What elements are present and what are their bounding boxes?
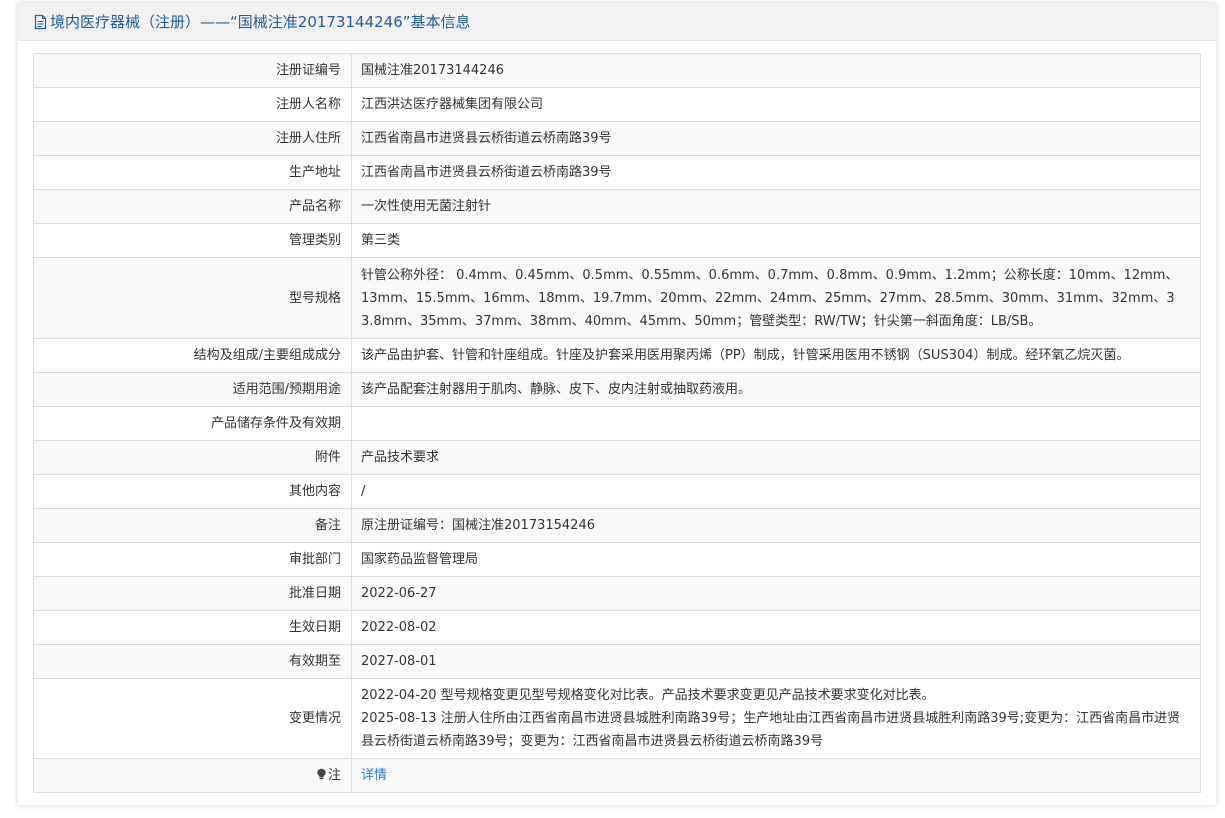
table-row: 附件 产品技术要求 [33,440,1201,475]
field-label: 产品名称 [33,189,352,224]
page-title: 境内医疗器械（注册）——“国械注准20173144246”基本信息 [50,13,471,31]
change-entry: 2025-08-13 注册人住所由江西省南昌市进贤县城胜利南路39号；生产地址由… [361,711,1181,749]
table-row: 注册人名称 江西洪达医疗器械集团有限公司 [33,87,1201,122]
field-value: 2022-08-02 [351,610,1201,645]
field-label: 适用范围/预期用途 [33,372,352,407]
table-row: 管理类别 第三类 [33,223,1201,258]
field-label: 变更情况 [33,678,352,759]
table-row: 注册证编号 国械注准20173144246 [33,53,1201,88]
field-value: 2027-08-01 [351,644,1201,679]
field-value: 该产品由护套、针管和针座组成。针座及护套采用医用聚丙烯（PP）制成，针管采用医用… [351,338,1201,373]
field-label: 注册人名称 [33,87,352,122]
field-label: 备注 [33,508,352,543]
table-row: 型号规格 针管公称外径： 0.4mm、0.45mm、0.5mm、0.55mm、0… [33,257,1201,339]
field-label: 管理类别 [33,223,352,258]
change-history: 2022-04-20 型号规格变更见型号规格变化对比表。产品技术要求变更见产品技… [351,678,1201,759]
field-value: 原注册证编号：国械注准20173154246 [351,508,1201,543]
table-row: 产品储存条件及有效期 [33,406,1201,441]
field-label: 产品储存条件及有效期 [33,406,352,441]
table-row: 生效日期 2022-08-02 [33,610,1201,645]
info-table: 注册证编号 国械注准20173144246 注册人名称 江西洪达医疗器械集团有限… [33,53,1201,793]
document-icon [34,14,47,30]
field-label: 其他内容 [33,474,352,509]
field-label: 型号规格 [33,257,352,339]
lightbulb-icon [316,765,327,780]
table-row: 有效期至 2027-08-01 [33,644,1201,679]
table-row: 生产地址 江西省南昌市进贤县云桥街道云桥南路39号 [33,155,1201,190]
field-value: 该产品配套注射器用于肌肉、静脉、皮下、皮内注射或抽取药液用。 [351,372,1201,407]
change-entry: 2022-04-20 型号规格变更见型号规格变化对比表。产品技术要求变更见产品技… [361,688,935,703]
field-value: 江西省南昌市进贤县云桥街道云桥南路39号 [351,121,1201,156]
field-label: 注册证编号 [33,53,352,88]
field-value [351,406,1201,441]
field-value: 2022-06-27 [351,576,1201,611]
field-value: 江西省南昌市进贤县云桥街道云桥南路39号 [351,155,1201,190]
panel-header: 境内医疗器械（注册）——“国械注准20173144246”基本信息 [18,3,1216,41]
field-value: 国械注准20173144246 [351,53,1201,88]
field-label: 有效期至 [33,644,352,679]
field-value: 一次性使用无菌注射针 [351,189,1201,224]
info-panel: 境内医疗器械（注册）——“国械注准20173144246”基本信息 注册证编号 … [18,3,1216,805]
table-row: 注册人住所 江西省南昌市进贤县云桥街道云桥南路39号 [33,121,1201,156]
field-label: 生效日期 [33,610,352,645]
field-label: 附件 [33,440,352,475]
field-value: 详情 [351,758,1201,793]
field-value: 针管公称外径： 0.4mm、0.45mm、0.5mm、0.55mm、0.6mm、… [351,257,1201,339]
table-row: 产品名称 一次性使用无菌注射针 [33,189,1201,224]
note-label-cell: 注 [33,758,352,793]
table-row: 批准日期 2022-06-27 [33,576,1201,611]
field-label: 审批部门 [33,542,352,577]
field-label: 注册人住所 [33,121,352,156]
note-label: 注 [327,768,341,783]
field-label: 批准日期 [33,576,352,611]
table-row: 适用范围/预期用途 该产品配套注射器用于肌肉、静脉、皮下、皮内注射或抽取药液用。 [33,372,1201,407]
table-row: 结构及组成/主要组成成分 该产品由护套、针管和针座组成。针座及护套采用医用聚丙烯… [33,338,1201,373]
table-row: 其他内容 / [33,474,1201,509]
field-value: 江西洪达医疗器械集团有限公司 [351,87,1201,122]
field-value: / [351,474,1201,509]
details-link[interactable]: 详情 [361,768,387,783]
table-row-changes: 变更情况 2022-04-20 型号规格变更见型号规格变化对比表。产品技术要求变… [33,678,1201,759]
field-label: 结构及组成/主要组成成分 [33,338,352,373]
field-value: 产品技术要求 [351,440,1201,475]
table-row-note: 注 详情 [33,758,1201,793]
field-value: 第三类 [351,223,1201,258]
table-row: 备注 原注册证编号：国械注准20173154246 [33,508,1201,543]
table-row: 审批部门 国家药品监督管理局 [33,542,1201,577]
field-value: 国家药品监督管理局 [351,542,1201,577]
field-label: 生产地址 [33,155,352,190]
